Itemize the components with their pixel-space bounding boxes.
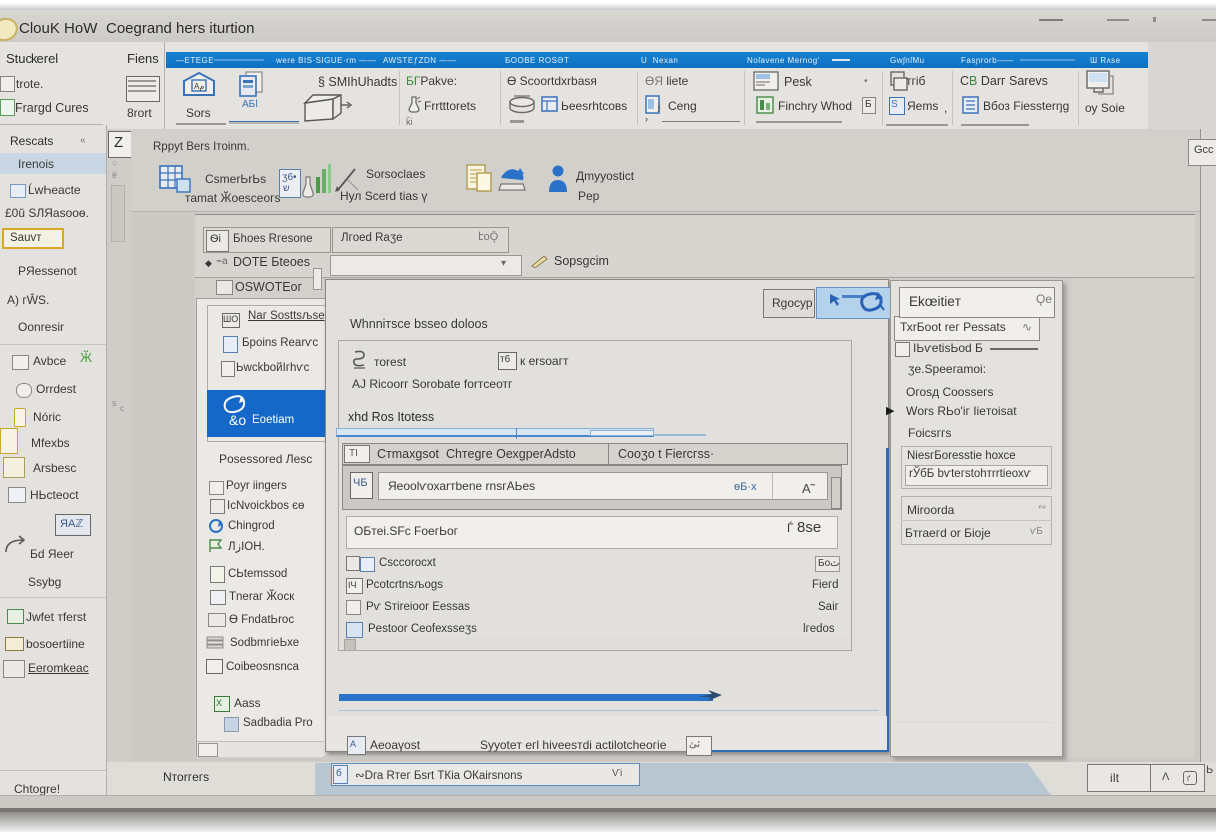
svg-text:ɉ: ɉ (657, 102, 660, 112)
svg-text:Aم: Aم (194, 82, 204, 91)
